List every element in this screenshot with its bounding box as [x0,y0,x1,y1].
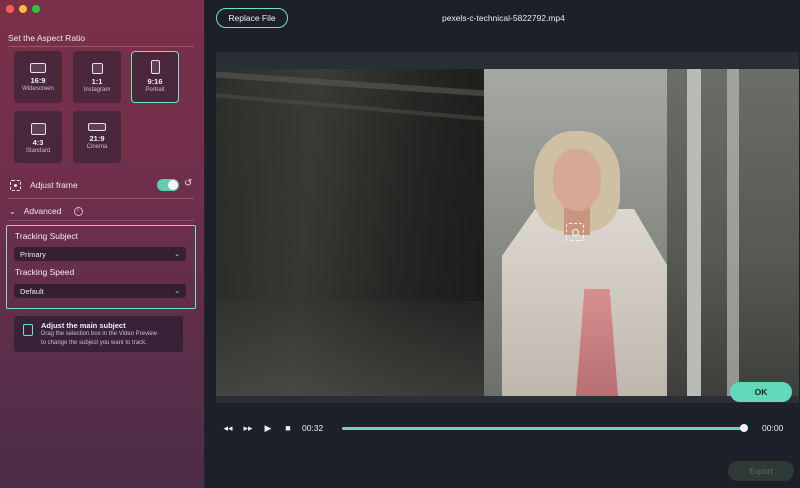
reset-icon[interactable]: ↺ [184,178,192,189]
ratio-16-9-option[interactable]: 16:9 Widescreen [14,51,62,103]
video-preview-area: OK [216,52,799,403]
ok-button[interactable]: OK [730,382,792,402]
widescreen-ratio-icon [30,63,46,73]
adjust-frame-row: Adjust frame ↺ [10,176,196,194]
dimmed-region-left [216,69,484,396]
preview-panel: Replace File pexels-c-technical-5822792.… [206,0,800,488]
chevron-down-icon: ⌄ [174,251,180,258]
focus-frame-icon [10,179,21,191]
ratio-label: 16:9 [30,76,46,85]
video-frame[interactable] [216,69,799,396]
ratio-21-9-option[interactable]: 21:9 Cinema [73,111,121,163]
advanced-label: Advanced [23,206,62,216]
replace-file-button[interactable]: Replace File [216,8,288,28]
aspect-ratio-title: Set the Aspect Ratio [8,33,86,43]
tracking-subject-select[interactable]: Primary ⌄ [14,247,186,261]
ratio-sublabel: Standard [25,148,51,154]
tracking-target-icon[interactable] [566,223,584,241]
chevron-down-icon: ⌄ [174,288,180,295]
adjust-frame-toggle[interactable] [157,179,179,191]
adjust-subject-hint: Adjust the main subject Drag the selecti… [14,316,183,352]
ratio-4-3-option[interactable]: 4:3 Standard [14,111,62,163]
standard-ratio-icon [30,123,46,135]
settings-sidebar: Set the Aspect Ratio 16:9 Widescreen 1:1… [0,0,205,488]
ratio-sublabel: Cinema [86,144,108,150]
adjust-frame-label: Adjust frame [30,180,78,190]
divider [8,46,194,47]
subject-face [553,149,601,211]
hint-description-line2: to change the subject you want to track. [41,339,147,346]
ratio-label: 21:9 [89,134,105,143]
ratio-9-16-option[interactable]: 9:16 Portrait [131,51,179,103]
tracking-speed-select[interactable]: Default ⌄ [14,284,186,298]
square-ratio-icon [91,63,103,74]
end-time: 00:00 [762,423,784,433]
tracking-speed-label: Tracking Speed [15,267,75,277]
tracking-settings-box: Tracking Subject Primary ⌄ Tracking Spee… [6,225,196,309]
divider [8,198,194,199]
current-time: 00:32 [302,423,324,433]
minimize-window-button[interactable] [19,5,27,13]
zoom-window-button[interactable] [32,5,40,13]
dimmed-region-right [667,69,799,396]
close-window-button[interactable] [6,5,14,13]
selection-box-icon [23,324,33,336]
tracking-subject-label: Tracking Subject [15,231,78,241]
next-frame-icon[interactable]: ▸▸ [238,423,258,434]
tracking-subject-value: Primary [20,249,46,259]
chevron-down-icon: ⌄ [9,206,16,216]
export-button[interactable]: Export [728,461,794,481]
ratio-label: 9:16 [147,77,163,86]
stop-icon[interactable]: ■ [278,423,298,433]
ratio-sublabel: Instagram [83,87,111,93]
ratio-label: 1:1 [91,77,103,86]
window-controls [6,5,40,13]
playback-controls: ◂◂ ▸▸ ▶ ■ 00:32 00:00 [218,420,790,436]
progress-bar[interactable] [342,423,748,432]
ratio-sublabel: Portrait [145,87,165,93]
info-icon[interactable]: i [73,206,83,216]
play-icon[interactable]: ▶ [258,423,278,434]
file-name: pexels-c-technical-5822792.mp4 [442,13,565,23]
advanced-section-toggle[interactable]: ⌄ Advanced i [9,206,83,216]
previous-frame-icon[interactable]: ◂◂ [218,423,238,434]
ratio-sublabel: Widescreen [22,86,54,92]
progress-fill [342,426,744,430]
hint-description-line1: Drag the selection box in the Video Prev… [41,331,157,337]
cinema-ratio-icon [88,123,106,131]
progress-handle[interactable] [740,423,748,432]
hint-title: Adjust the main subject [41,321,126,330]
tracking-speed-value: Default [20,286,44,296]
divider [8,220,194,221]
portrait-ratio-icon [150,60,160,74]
ratio-label: 4:3 [32,138,44,147]
ratio-1-1-option[interactable]: 1:1 Instagram [73,51,121,103]
